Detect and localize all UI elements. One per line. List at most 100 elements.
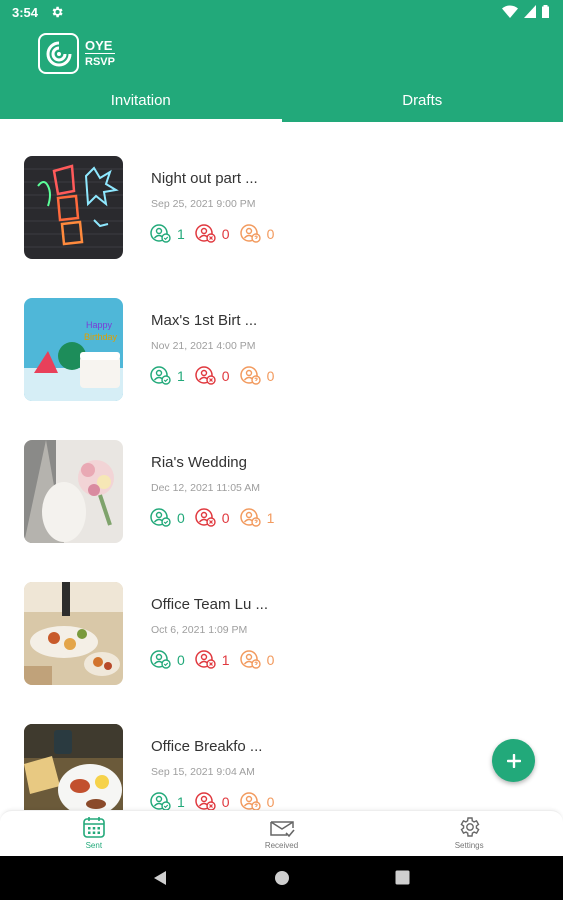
maybe-value: 0 — [266, 652, 275, 668]
nav-settings-label: Settings — [454, 841, 484, 850]
attending-count: 1 — [150, 224, 185, 244]
nav-received[interactable]: Received — [188, 811, 376, 856]
event-list-item[interactable]: Office Breakfo ... Sep 15, 2021 9:04 AM … — [0, 690, 563, 810]
declined-user-icon — [195, 224, 216, 243]
declined-count: 0 — [195, 224, 230, 244]
settings-status-icon — [52, 6, 63, 18]
status-time: 3:54 — [12, 5, 39, 20]
mail-check-icon — [269, 821, 295, 838]
tab-bar: Invitation Drafts — [0, 84, 563, 122]
maybe-user-icon — [239, 366, 261, 385]
logo-text-oye: OYE — [85, 37, 113, 53]
event-list[interactable]: Night out part ... Sep 25, 2021 9:00 PM … — [0, 122, 563, 810]
declined-user-icon — [195, 650, 216, 669]
event-list-item[interactable]: Ria's Wedding Dec 12, 2021 11:05 AM 0 0 … — [0, 406, 563, 548]
event-date: Oct 6, 2021 1:09 PM — [151, 624, 248, 636]
svg-text:Birthday: Birthday — [84, 332, 118, 342]
wifi-icon — [502, 5, 518, 18]
maybe-count: 0 — [239, 224, 275, 244]
declined-user-icon — [195, 366, 216, 385]
maybe-count: 0 — [239, 366, 275, 386]
maybe-count: 0 — [239, 650, 275, 670]
attending-count: 1 — [150, 792, 185, 810]
plus-icon — [506, 753, 521, 768]
battery-icon — [542, 5, 549, 18]
maybe-value: 0 — [266, 794, 275, 810]
rsvp-counts: 0 0 1 — [150, 508, 284, 528]
declined-value: 0 — [221, 226, 230, 242]
maybe-value: 0 — [266, 226, 275, 242]
rsvp-counts: 0 1 0 — [150, 650, 284, 670]
gear-icon — [460, 817, 480, 837]
event-date: Sep 25, 2021 9:00 PM — [151, 198, 256, 210]
attending-user-icon — [150, 650, 171, 669]
maybe-value: 0 — [266, 368, 275, 384]
nav-settings[interactable]: Settings — [375, 811, 563, 856]
attending-count: 0 — [150, 650, 185, 670]
event-date: Nov 21, 2021 4:00 PM — [151, 340, 256, 352]
attending-user-icon — [150, 224, 171, 243]
nav-sent-label: Sent — [85, 841, 103, 850]
event-thumbnail — [24, 724, 123, 810]
attending-value: 0 — [177, 510, 185, 526]
event-list-item[interactable]: Night out part ... Sep 25, 2021 9:00 PM … — [0, 122, 563, 264]
declined-count: 0 — [195, 508, 230, 528]
event-title: Ria's Wedding — [151, 454, 247, 471]
maybe-user-icon — [239, 650, 261, 669]
maybe-count: 1 — [239, 508, 275, 528]
declined-user-icon — [195, 508, 216, 527]
declined-value: 0 — [221, 794, 230, 810]
attending-value: 1 — [177, 368, 185, 384]
attending-user-icon — [150, 366, 171, 385]
add-event-button[interactable] — [492, 739, 535, 782]
attending-value: 1 — [177, 794, 185, 810]
attending-count: 1 — [150, 366, 185, 386]
logo-swirl-icon — [38, 33, 79, 74]
maybe-user-icon — [239, 224, 261, 243]
back-icon[interactable] — [153, 870, 167, 886]
tab-drafts[interactable]: Drafts — [282, 84, 563, 122]
app-logo: OYE RSVP — [38, 33, 115, 74]
rsvp-counts: 1 0 0 — [150, 366, 284, 386]
app-header: 3:54 OYE RSVP Invitation Drafts — [0, 0, 563, 122]
home-icon[interactable] — [274, 870, 290, 886]
status-bar: 3:54 — [0, 0, 563, 26]
rsvp-counts: 1 0 0 — [150, 792, 284, 810]
declined-count: 0 — [195, 366, 230, 386]
attending-value: 1 — [177, 226, 185, 242]
event-thumbnail: Happy Birthday — [24, 298, 123, 401]
nav-received-label: Received — [264, 841, 299, 850]
attending-user-icon — [150, 508, 171, 527]
bottom-navigation: Sent Received Settings — [0, 810, 563, 856]
recents-icon[interactable] — [395, 870, 410, 885]
attending-count: 0 — [150, 508, 185, 528]
event-list-item[interactable]: Office Team Lu ... Oct 6, 2021 1:09 PM 0… — [0, 548, 563, 690]
svg-text:Happy: Happy — [86, 320, 113, 330]
declined-count: 0 — [195, 792, 230, 810]
event-date: Sep 15, 2021 9:04 AM — [151, 766, 255, 778]
attending-value: 0 — [177, 652, 185, 668]
attending-user-icon — [150, 792, 171, 810]
declined-value: 0 — [221, 510, 230, 526]
event-title: Office Team Lu ... — [151, 596, 269, 613]
declined-user-icon — [195, 792, 216, 810]
event-list-item[interactable]: Happy Birthday Max's 1st Birt ... Nov 21… — [0, 264, 563, 406]
rsvp-counts: 1 0 0 — [150, 224, 284, 244]
event-thumbnail — [24, 156, 123, 259]
system-navigation-bar — [0, 856, 563, 900]
maybe-value: 1 — [266, 510, 275, 526]
declined-count: 1 — [195, 650, 230, 670]
event-date: Dec 12, 2021 11:05 AM — [151, 482, 260, 494]
event-title: Office Breakfo ... — [151, 738, 263, 755]
maybe-user-icon — [239, 792, 261, 810]
declined-value: 0 — [221, 368, 230, 384]
event-title: Max's 1st Birt ... — [151, 312, 258, 329]
maybe-count: 0 — [239, 792, 275, 810]
tab-invitation[interactable]: Invitation — [0, 84, 282, 122]
maybe-user-icon — [239, 508, 261, 527]
calendar-icon — [83, 817, 105, 838]
event-thumbnail — [24, 440, 123, 543]
signal-icon — [524, 5, 536, 18]
event-title: Night out part ... — [151, 170, 258, 187]
nav-sent[interactable]: Sent — [0, 811, 188, 856]
